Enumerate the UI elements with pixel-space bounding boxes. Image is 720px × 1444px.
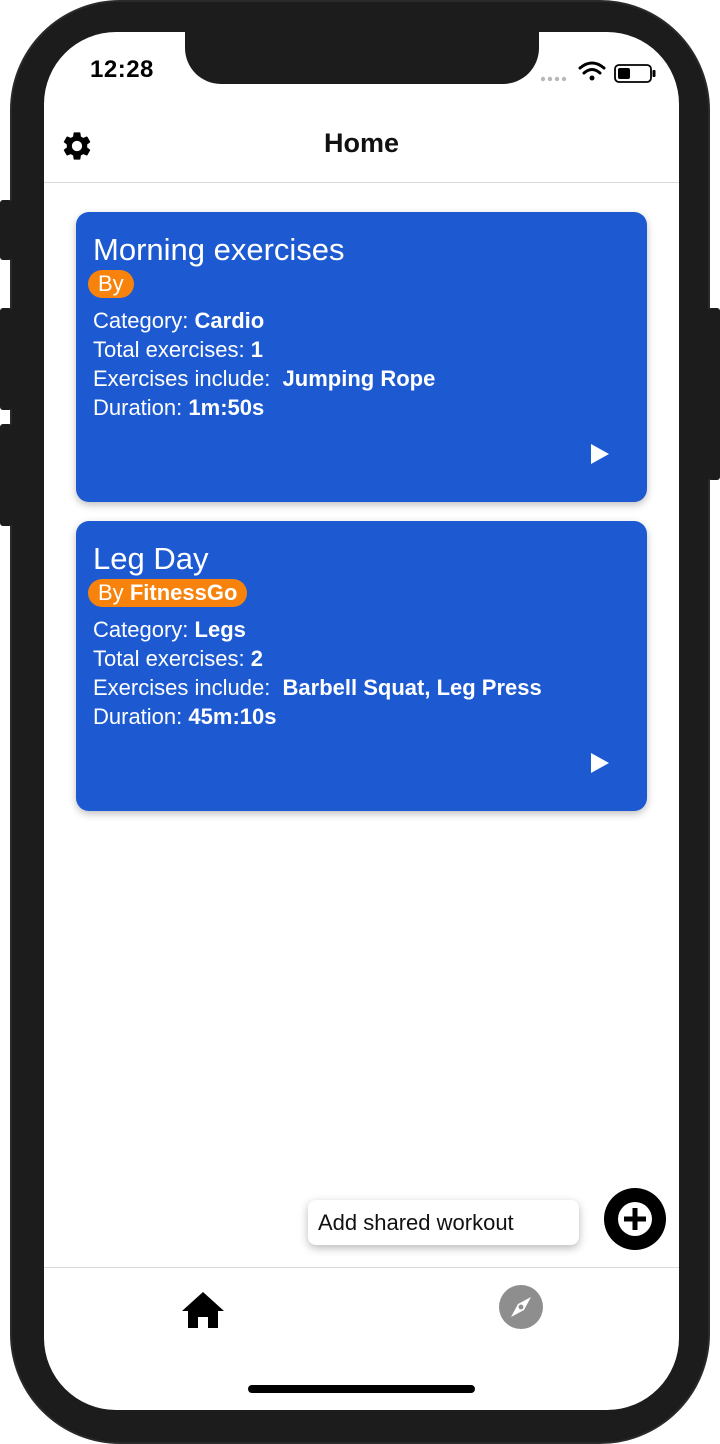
category-label: Category: <box>93 617 189 642</box>
category-value: Legs <box>194 617 246 642</box>
exercises-include-label: Exercises include: <box>93 675 271 700</box>
workout-details: Category: Cardio Total exercises: 1 Exer… <box>93 306 435 422</box>
compass-icon[interactable] <box>498 1284 544 1330</box>
battery-icon <box>614 64 656 83</box>
cellular-signal-icon <box>541 76 567 82</box>
author-badge-prefix: By <box>98 580 124 605</box>
total-exercises-value: 1 <box>250 337 263 362</box>
author-badge: By FitnessGo <box>88 579 248 607</box>
duration-label: Duration: <box>93 395 183 420</box>
mute-switch <box>0 200 12 260</box>
duration-value: 1m:50s <box>188 395 265 420</box>
plus-icon <box>618 1202 652 1236</box>
navigation-bar: Home <box>44 114 679 183</box>
volume-up-button <box>0 308 12 410</box>
add-shared-workout-label[interactable]: Add shared workout <box>308 1200 579 1245</box>
total-exercises-label: Total exercises: <box>93 337 245 362</box>
category-value: Cardio <box>194 308 265 333</box>
power-button <box>708 308 720 480</box>
duration-value: 45m:10s <box>188 704 277 729</box>
screen: 12:28 Home Morning exercises By Category… <box>44 32 679 1410</box>
notch <box>185 32 539 84</box>
duration-label: Duration: <box>93 704 183 729</box>
author-name: FitnessGo <box>129 580 238 605</box>
exercises-include-value: Barbell Squat, Leg Press <box>282 675 542 700</box>
home-icon[interactable] <box>180 1290 226 1330</box>
total-exercises-label: Total exercises: <box>93 646 245 671</box>
category-label: Category: <box>93 308 189 333</box>
play-icon[interactable] <box>589 442 611 466</box>
total-exercises-value: 2 <box>250 646 263 671</box>
wifi-icon <box>578 61 606 81</box>
status-time: 12:28 <box>90 56 154 83</box>
exercises-include-label: Exercises include: <box>93 366 271 391</box>
page-title: Home <box>323 128 399 158</box>
workout-details: Category: Legs Total exercises: 2 Exerci… <box>93 615 542 731</box>
workout-card[interactable]: Morning exercises By Category: Cardio To… <box>76 212 647 502</box>
workout-title: Leg Day <box>93 541 209 576</box>
play-icon[interactable] <box>589 751 611 775</box>
status-icons <box>541 61 656 83</box>
home-indicator[interactable] <box>248 1385 475 1393</box>
workout-title: Morning exercises <box>93 232 345 267</box>
workout-card[interactable]: Leg Day By FitnessGo Category: Legs Tota… <box>76 521 647 811</box>
volume-down-button <box>0 424 12 526</box>
author-badge-prefix: By <box>98 271 124 296</box>
add-workout-button[interactable] <box>604 1188 666 1250</box>
author-badge: By <box>88 270 134 298</box>
exercises-include-value: Jumping Rope <box>282 366 436 391</box>
